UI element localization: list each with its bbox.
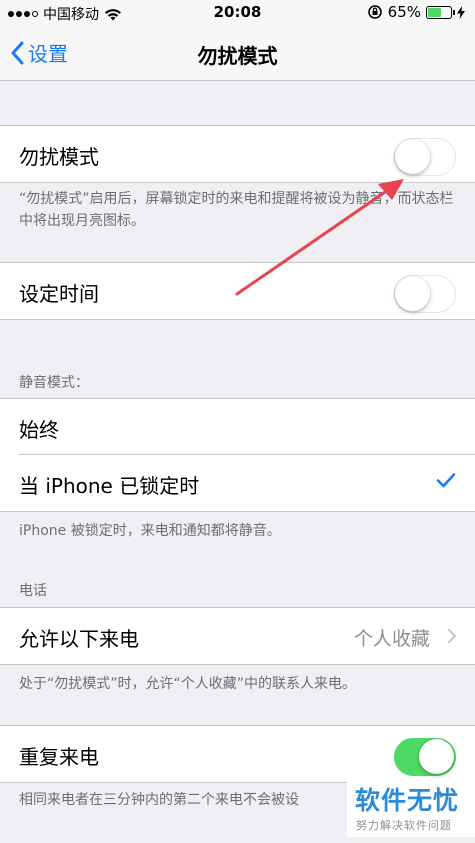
battery-icon bbox=[426, 5, 455, 19]
watermark-logo-text: 软件无忧 bbox=[355, 786, 460, 815]
repeated-calls-toggle[interactable] bbox=[394, 738, 456, 776]
dnd-footnote: “勿扰模式”启用后，屏幕锁定时的来电和提醒将被设为静音，而状态栏中将出现月亮图标… bbox=[19, 191, 454, 229]
toggle-knob bbox=[419, 739, 454, 774]
repeated-calls-label: 重复来电 bbox=[19, 745, 99, 769]
phone-header: 电话 bbox=[19, 583, 47, 599]
silence-footnote: iPhone 被锁定时，来电和通知都将静音。 bbox=[19, 523, 281, 539]
chevron-right-icon bbox=[447, 628, 457, 644]
charging-bolt-icon bbox=[457, 5, 465, 19]
scheduled-label: 设定时间 bbox=[19, 282, 99, 306]
allow-calls-label: 允许以下来电 bbox=[19, 627, 139, 651]
allow-calls-row[interactable]: 允许以下来电 个人收藏 bbox=[0, 608, 475, 664]
silence-option-always[interactable]: 始终 bbox=[0, 399, 475, 455]
allow-calls-value: 个人收藏 bbox=[353, 628, 430, 650]
page-title: 勿扰模式 bbox=[197, 44, 278, 68]
silence-option-locked[interactable]: 当 iPhone 已锁定时 bbox=[0, 455, 475, 511]
repeated-calls-row: 重复来电 bbox=[0, 726, 475, 782]
navigation-bar: 设置 勿扰模式 bbox=[0, 26, 475, 81]
scheduled-toggle[interactable] bbox=[394, 275, 456, 313]
status-bar: 中国移动 20:08 65% bbox=[0, 0, 475, 26]
watermark-tagline: 努力解决软件问题 bbox=[356, 819, 452, 832]
allow-calls-footnote: 处于“勿扰模式”时，允许“个人收藏”中的联系人来电。 bbox=[19, 676, 357, 692]
status-right: 65% bbox=[367, 3, 465, 21]
toggle-knob bbox=[395, 139, 430, 174]
dnd-label: 勿扰模式 bbox=[19, 145, 99, 169]
watermark: 软件无忧 努力解决软件问题 bbox=[347, 779, 475, 837]
scheduled-group: 设定时间 bbox=[0, 262, 475, 320]
allow-calls-group: 允许以下来电 个人收藏 bbox=[0, 607, 475, 665]
silence-header: 静音模式： bbox=[19, 375, 89, 391]
checkmark-icon bbox=[436, 473, 456, 488]
dnd-toggle[interactable] bbox=[394, 138, 456, 176]
scheduled-row: 设定时间 bbox=[0, 263, 475, 319]
repeated-calls-group: 重复来电 bbox=[0, 725, 475, 783]
orientation-lock-icon bbox=[367, 5, 382, 19]
option-label: 当 iPhone 已锁定时 bbox=[19, 474, 200, 498]
dnd-row: 勿扰模式 bbox=[0, 126, 475, 182]
silence-group: 始终 当 iPhone 已锁定时 bbox=[0, 398, 475, 512]
battery-percent: 65% bbox=[387, 3, 421, 21]
dnd-group: 勿扰模式 bbox=[0, 125, 475, 183]
option-label: 始终 bbox=[19, 418, 59, 442]
toggle-knob bbox=[395, 276, 430, 311]
